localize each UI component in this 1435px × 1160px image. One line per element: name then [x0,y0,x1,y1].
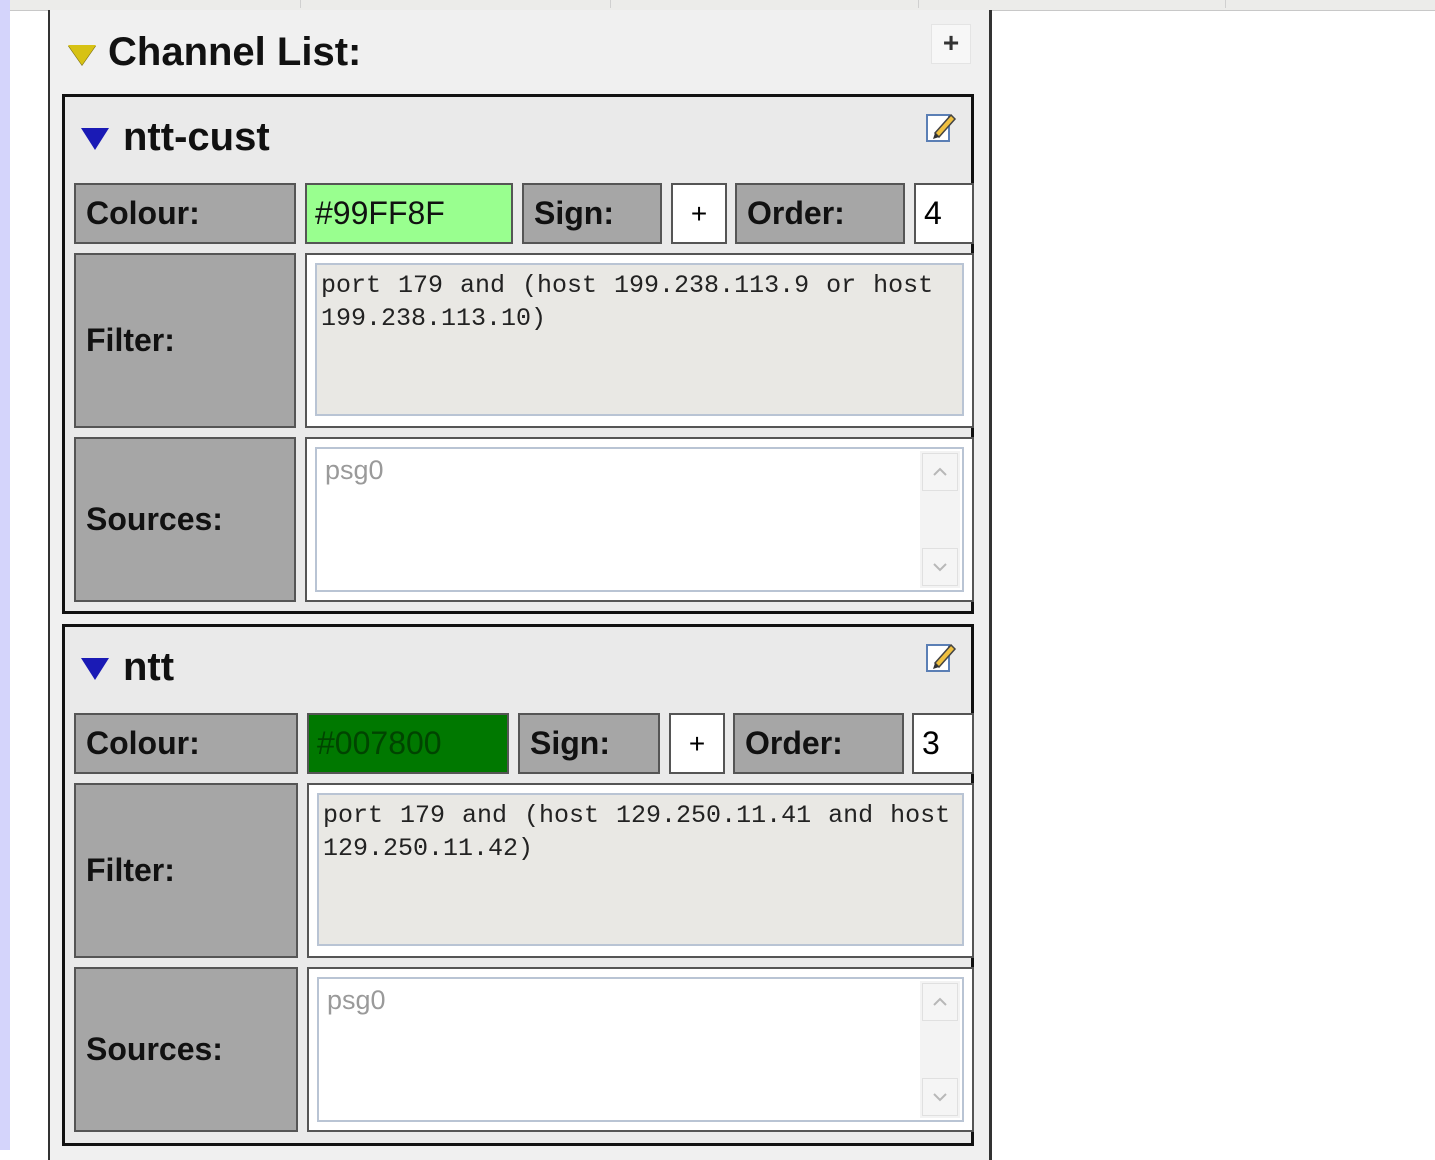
order-label: Order: [733,713,904,774]
colour-field[interactable]: #99FF8F [305,183,513,244]
channel-card-ntt: ntt Colour: #007800 Sign: + Order: 3 Fil… [62,624,974,1146]
sources-item[interactable]: psg0 [325,455,384,486]
colour-label: Colour: [74,183,296,244]
sign-field[interactable]: + [669,713,725,774]
scroll-down-button[interactable] [922,548,958,586]
sources-box: psg0 [305,437,974,602]
sources-listbox[interactable]: psg0 [317,977,964,1122]
sources-box: psg0 [307,967,974,1132]
colour-label: Colour: [74,713,298,774]
sources-label: Sources: [74,967,298,1132]
filter-box: port 179 and (host 199.238.113.9 or host… [305,253,974,428]
expand-arrow-icon[interactable] [81,128,109,150]
sign-label: Sign: [518,713,660,774]
collapse-arrow-icon[interactable] [68,45,96,65]
filter-textarea[interactable]: port 179 and (host 199.238.113.9 or host… [315,263,964,416]
scrollbar[interactable] [920,451,960,588]
left-border-bar [0,0,10,1150]
channel-header[interactable]: ntt [81,645,174,689]
panel-title: Channel List: [108,29,362,74]
filter-label: Filter: [74,783,298,958]
edit-icon[interactable] [925,111,957,145]
channel-name: ntt [123,644,175,689]
filter-label: Filter: [74,253,296,428]
divider [300,0,301,8]
scroll-down-button[interactable] [922,1078,958,1116]
sources-item[interactable]: psg0 [327,985,386,1016]
filter-textarea[interactable]: port 179 and (host 129.250.11.41 and hos… [317,793,964,946]
channel-header[interactable]: ntt-cust [81,115,270,159]
sources-listbox[interactable]: psg0 [315,447,964,592]
sign-field[interactable]: + [671,183,727,244]
channel-list-panel: Channel List: + ntt-cust Colour: #99FF8F… [48,10,992,1160]
colour-field[interactable]: #007800 [307,713,509,774]
order-field[interactable]: 4 [914,183,974,244]
divider [610,0,611,8]
order-field[interactable]: 3 [912,713,974,774]
order-label: Order: [735,183,905,244]
channel-list-header[interactable]: Channel List: [68,29,362,74]
divider [1225,0,1226,8]
edit-icon[interactable] [925,641,957,675]
sources-label: Sources: [74,437,296,602]
scroll-up-button[interactable] [922,453,958,491]
channel-name: ntt-cust [123,114,270,159]
sign-label: Sign: [522,183,662,244]
divider [918,0,919,8]
chevron-up-icon [933,467,947,476]
chevron-up-icon [933,997,947,1006]
channel-card-ntt-cust: ntt-cust Colour: #99FF8F Sign: + Order: … [62,94,974,614]
expand-arrow-icon[interactable] [81,658,109,680]
chevron-down-icon [933,563,947,572]
scroll-up-button[interactable] [922,983,958,1021]
scrollbar[interactable] [920,981,960,1118]
chevron-down-icon [933,1093,947,1102]
filter-box: port 179 and (host 129.250.11.41 and hos… [307,783,974,958]
add-channel-button[interactable]: + [931,24,971,64]
